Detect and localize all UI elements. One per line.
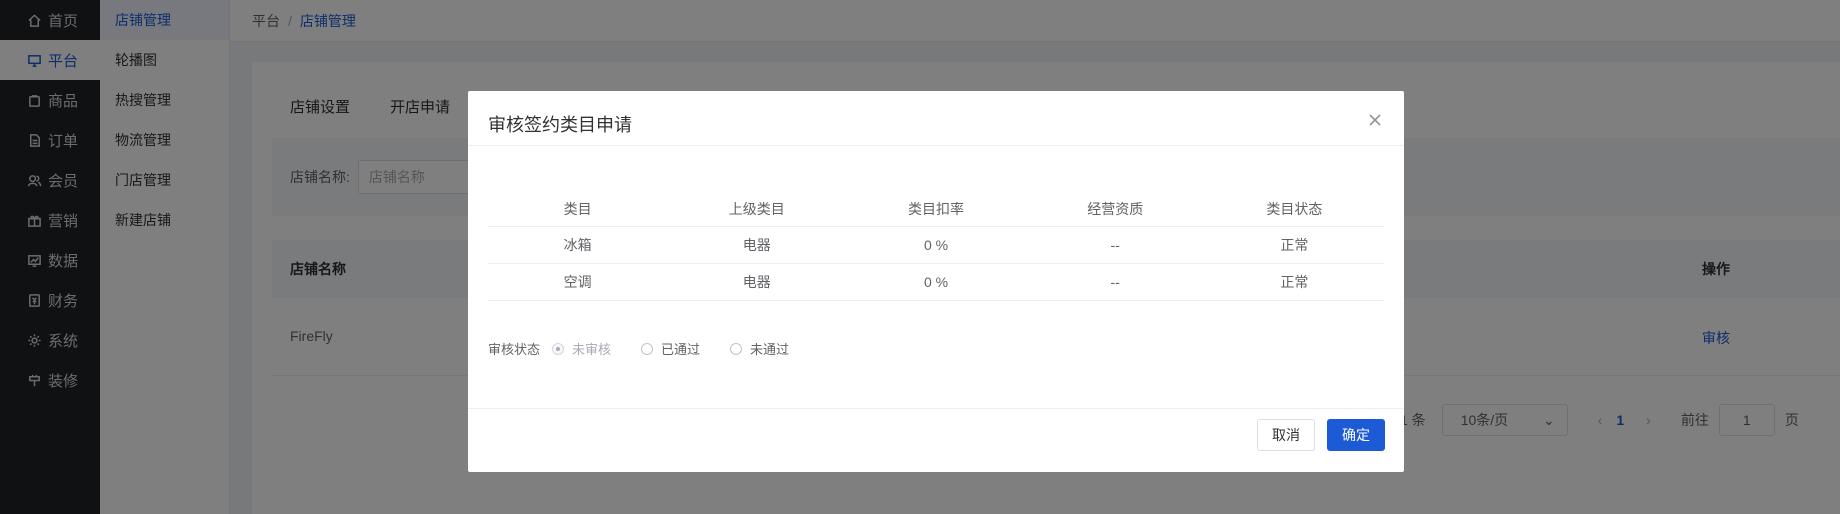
category-table-header: 类目 上级类目 类目扣率 经营资质 类目状态 <box>488 191 1384 227</box>
review-status-group: 审核状态 未审核 已通过 未通过 <box>488 339 819 358</box>
table-row: 冰箱 电器 0 % -- 正常 <box>488 227 1384 264</box>
cell-category: 冰箱 <box>563 237 592 253</box>
column-header-parent-category: 上级类目 <box>728 200 785 217</box>
category-table: 类目 上级类目 类目扣率 经营资质 类目状态 冰箱 电器 0 % -- 正常 空… <box>488 191 1384 301</box>
column-header-qualification: 经营资质 <box>1087 200 1144 217</box>
cancel-button[interactable]: 取消 <box>1257 419 1315 451</box>
cell-parent-category: 电器 <box>742 274 771 290</box>
radio-label: 未通过 <box>750 342 790 357</box>
close-icon[interactable] <box>1368 113 1384 129</box>
dialog-header-divider <box>468 145 1404 146</box>
cell-category-status: 正常 <box>1280 237 1309 253</box>
radio-label: 未审核 <box>572 342 612 357</box>
cell-qualification: -- <box>1110 274 1120 290</box>
cell-commission-rate: 0 % <box>923 237 949 253</box>
radio-dot <box>730 342 743 355</box>
radio-dot <box>641 342 654 355</box>
cell-category: 空调 <box>563 274 592 290</box>
radio-dot <box>552 342 565 355</box>
radio-label: 已通过 <box>661 342 701 357</box>
cell-category-status: 正常 <box>1280 274 1309 290</box>
cell-parent-category: 电器 <box>742 237 771 253</box>
confirm-button[interactable]: 确定 <box>1327 419 1385 451</box>
cell-qualification: -- <box>1110 237 1120 253</box>
column-header-commission-rate: 类目扣率 <box>908 200 964 217</box>
dialog-title: 审核签约类目申请 <box>488 115 632 135</box>
review-dialog: 审核签约类目申请 类目 上级类目 类目扣率 经营资质 类目状态 冰箱 电器 0 … <box>468 91 1404 472</box>
radio-pending[interactable]: 未审核 <box>552 339 611 358</box>
dialog-footer-divider <box>468 408 1404 409</box>
column-header-category-status: 类目状态 <box>1266 200 1323 217</box>
radio-approved[interactable]: 已通过 <box>641 339 700 358</box>
table-row: 空调 电器 0 % -- 正常 <box>488 264 1384 301</box>
column-header-category: 类目 <box>563 200 592 217</box>
review-status-label: 审核状态 <box>488 342 541 357</box>
cell-commission-rate: 0 % <box>923 274 949 290</box>
radio-rejected[interactable]: 未通过 <box>730 339 789 358</box>
